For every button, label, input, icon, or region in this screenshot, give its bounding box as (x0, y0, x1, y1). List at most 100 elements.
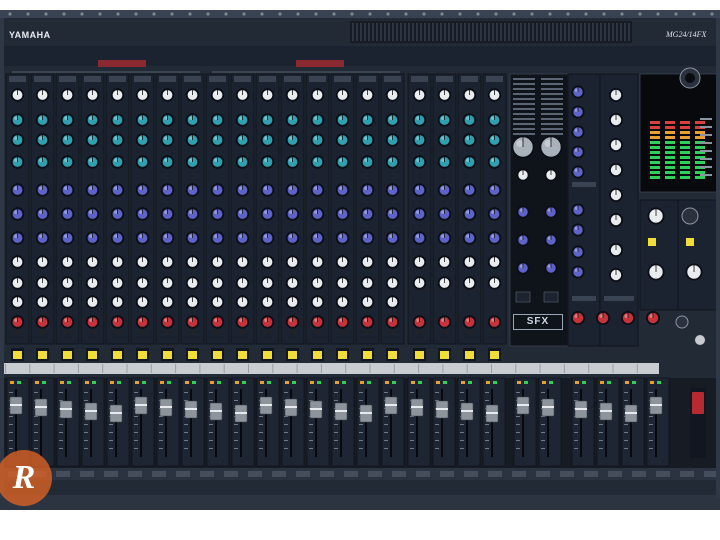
fader-led (192, 381, 196, 384)
on-button (465, 351, 474, 359)
top-screw (44, 12, 48, 16)
fader-tick (574, 424, 578, 425)
on-button (38, 351, 47, 359)
meter-segment (650, 126, 660, 129)
meter-segment (650, 131, 660, 134)
channel-knob (110, 133, 125, 147)
label-plate (200, 471, 214, 477)
channel-fader (256, 377, 280, 467)
fader-cap-line (260, 404, 272, 406)
fader-led (160, 381, 164, 384)
meter-segment (680, 151, 690, 154)
fader-tick (649, 440, 653, 441)
top-screw (242, 12, 246, 16)
effects-preset-text (541, 118, 563, 120)
fader-tick (599, 392, 603, 393)
fader-tick (649, 448, 653, 449)
fader-tick (134, 440, 138, 441)
label-plate (488, 471, 502, 477)
vent-slot (600, 23, 602, 41)
fader-led (385, 381, 389, 384)
channel-knob (185, 231, 200, 245)
label-plate (104, 471, 118, 477)
channel-knob (60, 255, 75, 269)
group-knob (609, 113, 623, 127)
channel-knob (487, 255, 502, 269)
on-button (188, 351, 197, 359)
fader-led (267, 381, 271, 384)
vent-slot (452, 23, 454, 41)
fader-tick (334, 392, 338, 393)
group-knob (609, 268, 623, 282)
channel-knob (335, 88, 350, 102)
channel-fader (281, 377, 305, 467)
fader-tick (84, 448, 88, 449)
meter-segment (695, 131, 705, 134)
channel-knob (135, 183, 150, 197)
channel-knob (260, 88, 275, 102)
assign-divider (442, 364, 444, 373)
channel-knob (235, 276, 250, 290)
fader-tick (541, 448, 545, 449)
channel-knob (260, 255, 275, 269)
effects-knob (544, 205, 558, 219)
channel-knob (135, 315, 150, 329)
vent-slot (380, 23, 382, 41)
vent-slot (392, 23, 394, 41)
fader-cap-line (575, 408, 587, 410)
vent-slot (556, 23, 558, 41)
aux-master-knob (571, 105, 585, 119)
vent-slot (476, 23, 478, 41)
channel-knob (235, 255, 250, 269)
fader-cap-line (517, 404, 529, 406)
fader-cap-line (486, 412, 498, 414)
channel-knob (462, 315, 477, 329)
channel-knob (10, 315, 25, 329)
fader-panel (596, 377, 620, 467)
channel-number (436, 76, 453, 82)
channel-knob (35, 207, 50, 221)
channel-knob (437, 315, 452, 329)
on-button (138, 351, 147, 359)
top-screw (620, 12, 624, 16)
fader-slot (491, 389, 493, 457)
top-screw (602, 12, 606, 16)
channel-knob (285, 133, 300, 147)
label-plate (680, 471, 694, 477)
channel-knob (185, 255, 200, 269)
fader-tick (624, 440, 628, 441)
label-plate (632, 471, 646, 477)
label-plate (80, 471, 94, 477)
channel-knob (437, 207, 452, 221)
meter-segment (665, 166, 675, 169)
effects-preset-text (513, 108, 535, 110)
fader-slot (240, 389, 242, 457)
fader-tick (624, 400, 628, 401)
fader-tick (624, 424, 628, 425)
top-screw (710, 12, 714, 16)
channel-knob (185, 155, 200, 169)
label-plate (704, 471, 718, 477)
effects-preset-text (513, 78, 535, 80)
fader-tick (234, 400, 238, 401)
right-rack-ear (716, 18, 720, 498)
label-plate (320, 471, 334, 477)
channel-knob (10, 183, 25, 197)
top-screw (278, 12, 282, 16)
mute-led (64, 331, 71, 334)
assign-divider (515, 364, 517, 373)
meter-segment (665, 131, 675, 134)
mute-led (39, 331, 46, 334)
vent-slot (404, 23, 406, 41)
top-rail (0, 10, 720, 18)
fader-led (657, 381, 661, 384)
vent-slot (428, 23, 430, 41)
fader-led (10, 381, 14, 384)
vent-slot (364, 23, 366, 41)
fader-tick (541, 440, 545, 441)
assign-divider (539, 364, 541, 373)
fader-led (42, 381, 46, 384)
on-button (13, 351, 22, 359)
fader-tick (209, 432, 213, 433)
fader-tick (574, 392, 578, 393)
